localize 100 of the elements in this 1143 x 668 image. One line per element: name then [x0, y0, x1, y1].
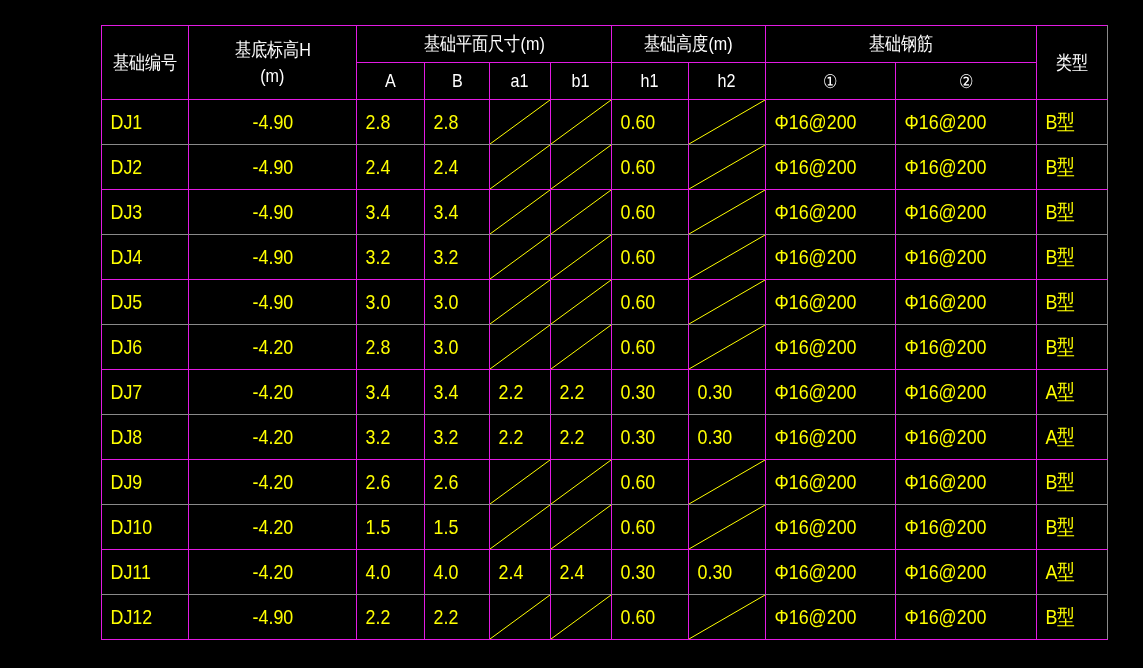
- table-cell-text: 4.0: [364, 560, 391, 584]
- table-cell-text: Φ16@200: [903, 200, 987, 224]
- table-cell-text: Φ16@200: [773, 560, 857, 584]
- table-cell-text: 3.4: [364, 380, 391, 404]
- diagonal-line: [551, 190, 612, 234]
- diagonal-line: [490, 460, 550, 504]
- table-cell-text: B型: [1044, 244, 1076, 270]
- column-header: 类型: [1055, 50, 1089, 75]
- table-cell-text: 2.2: [364, 605, 391, 629]
- diagonal-line: [551, 235, 612, 279]
- table-cell-text: 0.60: [619, 290, 656, 314]
- diagonal-line: [551, 280, 612, 324]
- column-header: (m): [260, 63, 285, 88]
- table-cell-text: Φ16@200: [903, 245, 987, 269]
- table-cell-text: B型: [1044, 154, 1076, 180]
- table-cell-text: 0.30: [696, 560, 733, 584]
- table-cell-text: DJ12: [109, 605, 153, 629]
- table-cell-text: DJ6: [109, 335, 143, 359]
- table-cell-text: Φ16@200: [903, 515, 987, 539]
- diagonal-line: [551, 325, 612, 369]
- table-cell-text: 2.2: [558, 380, 585, 404]
- table-cell-text: 0.30: [619, 560, 656, 584]
- table-cell-text: Φ16@200: [773, 110, 857, 134]
- table-cell-text: B型: [1044, 109, 1076, 135]
- table-cell-text: 0.60: [619, 245, 656, 269]
- table-cell-text: 0.60: [619, 605, 656, 629]
- table-cell-text: 4.0: [432, 560, 459, 584]
- table-cell-text: DJ7: [109, 380, 143, 404]
- table-cell-text: 1.5: [364, 515, 391, 539]
- diagonal-line: [490, 505, 550, 549]
- column-subheader: h2: [718, 70, 737, 92]
- table-cell-text: B型: [1044, 334, 1076, 360]
- table-cell-text: Φ16@200: [773, 605, 857, 629]
- column-header: 基础平面尺寸(m): [423, 32, 545, 57]
- table-cell-text: 0.30: [619, 425, 656, 449]
- column-subheader: A: [385, 70, 396, 92]
- table-cell-text: -4.20: [252, 560, 293, 584]
- table-cell-text: DJ9: [109, 470, 143, 494]
- table-cell-text: Φ16@200: [773, 425, 857, 449]
- table-cell-text: 3.2: [364, 245, 391, 269]
- column-header: 基础钢筋: [868, 32, 934, 57]
- table-cell-text: -4.20: [252, 470, 293, 494]
- table-cell-text: -4.20: [252, 335, 293, 359]
- column-subheader: h1: [641, 70, 659, 92]
- table-cell-text: 2.4: [432, 155, 459, 179]
- table-cell-text: 3.0: [432, 335, 459, 359]
- table-cell-text: Φ16@200: [903, 290, 987, 314]
- table-cell-text: Φ16@200: [773, 155, 857, 179]
- table-cell-text: DJ10: [109, 515, 153, 539]
- table-cell-text: 2.2: [558, 425, 585, 449]
- table-cell-text: A型: [1044, 424, 1076, 450]
- table-cell-text: -4.20: [252, 380, 293, 404]
- table-cell-text: -4.90: [252, 110, 293, 134]
- table-cell-text: DJ8: [109, 425, 143, 449]
- table-cell-text: DJ11: [109, 560, 151, 584]
- table-cell-text: Φ16@200: [773, 380, 857, 404]
- table-cell-text: Φ16@200: [903, 335, 987, 359]
- table-cell-text: A型: [1044, 379, 1076, 405]
- table-cell-text: 2.6: [364, 470, 391, 494]
- table-cell-text: 0.60: [619, 110, 656, 134]
- diagonal-line: [551, 595, 612, 639]
- column-subheader: b1: [572, 70, 590, 92]
- table-cell-text: Φ16@200: [773, 245, 857, 269]
- diagonal-line: [490, 325, 550, 369]
- table-cell-text: Φ16@200: [903, 560, 987, 584]
- table-cell-text: 2.8: [364, 335, 391, 359]
- column-header: 基础编号: [112, 50, 178, 75]
- table-cell-text: 2.8: [364, 110, 391, 134]
- table-cell-text: 3.2: [364, 425, 391, 449]
- table-cell-text: DJ5: [109, 290, 143, 314]
- table-cell-text: Φ16@200: [773, 335, 857, 359]
- table-cell-text: B型: [1044, 289, 1076, 315]
- table-cell-text: 2.4: [558, 560, 585, 584]
- table-cell-text: Φ16@200: [773, 290, 857, 314]
- table-cell-text: Φ16@200: [903, 470, 987, 494]
- table-cell-text: B型: [1044, 199, 1076, 225]
- table-cell-text: 0.60: [619, 155, 656, 179]
- table-cell-text: -4.20: [252, 425, 293, 449]
- table-cell-text: DJ4: [109, 245, 143, 269]
- diagonal-line: [490, 595, 550, 639]
- column-subheader: ①: [823, 69, 838, 93]
- column-header: 基础高度(m): [644, 32, 733, 57]
- table-cell-text: B型: [1044, 514, 1076, 540]
- table-cell-text: -4.90: [252, 245, 293, 269]
- table-cell-text: 3.4: [364, 200, 391, 224]
- table-cell-text: -4.20: [252, 515, 293, 539]
- table-cell-text: 0.30: [696, 425, 733, 449]
- table-cell-text: 2.8: [432, 110, 459, 134]
- table-cell-text: 2.6: [432, 470, 459, 494]
- table-cell-text: DJ1: [109, 110, 143, 134]
- diagonal-line: [490, 280, 550, 324]
- table-cell-text: 3.0: [432, 290, 459, 314]
- table-cell-text: 3.0: [364, 290, 391, 314]
- diagonal-line: [490, 100, 550, 144]
- column-subheader: a1: [511, 70, 529, 92]
- table-cell-text: -4.90: [252, 605, 293, 629]
- table-cell-text: 0.30: [619, 380, 656, 404]
- table-cell-text: B型: [1044, 469, 1076, 495]
- table-cell-text: 1.5: [432, 515, 459, 539]
- diagonal-line: [490, 190, 550, 234]
